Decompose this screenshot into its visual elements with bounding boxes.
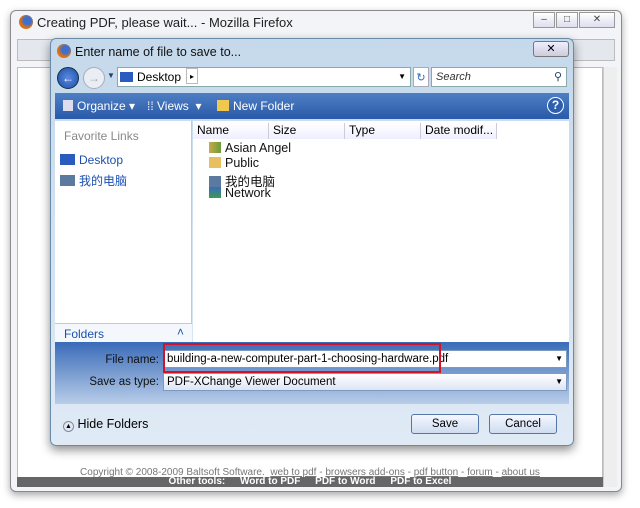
chevron-up-icon: ▲: [63, 421, 74, 432]
dialog-title: Enter name of file to save to...: [57, 44, 241, 59]
address-bar[interactable]: Desktop ▸ ▼: [117, 67, 411, 87]
back-button[interactable]: ←: [57, 67, 79, 89]
dialog-close-button[interactable]: ✕: [533, 41, 569, 57]
refresh-icon[interactable]: ↻: [413, 67, 429, 87]
save-dialog: Enter name of file to save to... ✕ ← → ▼…: [50, 38, 574, 446]
save-type-select[interactable]: PDF-XChange Viewer Document ▼: [163, 373, 567, 391]
network-icon: [209, 187, 221, 198]
desktop-icon: [60, 154, 75, 165]
maximize-button[interactable]: □: [556, 12, 578, 28]
chevron-down-icon[interactable]: ▼: [555, 374, 563, 390]
history-dropdown-icon[interactable]: ▼: [107, 71, 115, 80]
firefox-icon: [19, 15, 33, 29]
save-type-label: Save as type:: [89, 376, 159, 388]
minimize-button[interactable]: –: [533, 12, 555, 28]
new-folder-icon: [217, 100, 229, 111]
tool-word-to-pdf[interactable]: Word to PDF: [240, 476, 300, 487]
navigation-pane: Favorite Links Desktop 我的电脑 Folders ˄: [55, 121, 192, 342]
folders-toggle[interactable]: Folders ˄: [55, 323, 192, 342]
views-icon: ⁞⁞: [147, 99, 158, 113]
forward-button[interactable]: →: [83, 67, 105, 89]
file-list: Name Size Type Date modif... Asian Angel…: [193, 121, 569, 342]
column-name[interactable]: Name: [193, 123, 269, 139]
organize-icon: [63, 100, 73, 111]
highlight-box: [163, 343, 441, 373]
list-item[interactable]: Asian Angel: [209, 141, 291, 155]
address-dropdown-icon[interactable]: ▼: [398, 68, 406, 86]
chevron-up-icon: ˄: [176, 325, 184, 339]
tool-pdf-to-excel[interactable]: PDF to Excel: [390, 476, 451, 487]
help-icon[interactable]: ?: [547, 97, 564, 114]
other-tools-bar: Other tools: Word to PDF PDF to Word PDF…: [17, 477, 603, 487]
close-button[interactable]: ✕: [579, 12, 615, 28]
folder-icon: [209, 157, 221, 168]
tool-pdf-to-word[interactable]: PDF to Word: [315, 476, 375, 487]
list-item[interactable]: Network: [209, 186, 271, 200]
scrollbar[interactable]: [603, 67, 617, 487]
cancel-button[interactable]: Cancel: [489, 414, 557, 434]
favorite-my-computer[interactable]: 我的电脑: [60, 172, 127, 189]
views-button[interactable]: ⁞⁞ Views ▾: [147, 99, 202, 113]
new-folder-button[interactable]: New Folder: [217, 99, 294, 113]
user-folder-icon: [209, 142, 221, 153]
column-date[interactable]: Date modif...: [421, 123, 497, 139]
computer-icon: [60, 175, 75, 186]
favorite-desktop[interactable]: Desktop: [60, 153, 123, 167]
column-size[interactable]: Size: [269, 123, 345, 139]
breadcrumb-chevron-icon[interactable]: ▸: [186, 68, 198, 84]
window-title: Creating PDF, please wait... - Mozilla F…: [19, 15, 293, 30]
list-item[interactable]: Public: [209, 156, 259, 170]
firefox-icon: [57, 44, 71, 58]
desktop-icon: [120, 72, 133, 82]
search-input[interactable]: Search ⚲: [431, 67, 567, 87]
file-name-label: File name:: [105, 354, 159, 366]
column-type[interactable]: Type: [345, 123, 421, 139]
organize-button[interactable]: Organize ▾: [63, 99, 135, 113]
dialog-toolbar: Organize ▾ ⁞⁞ Views ▾ New Folder ?: [55, 93, 569, 119]
chevron-down-icon[interactable]: ▼: [555, 351, 563, 367]
hide-folders-button[interactable]: ▲ Hide Folders: [63, 417, 148, 432]
save-button[interactable]: Save: [411, 414, 479, 434]
search-icon: ⚲: [553, 71, 562, 83]
favorites-header: Favorite Links: [64, 129, 139, 143]
